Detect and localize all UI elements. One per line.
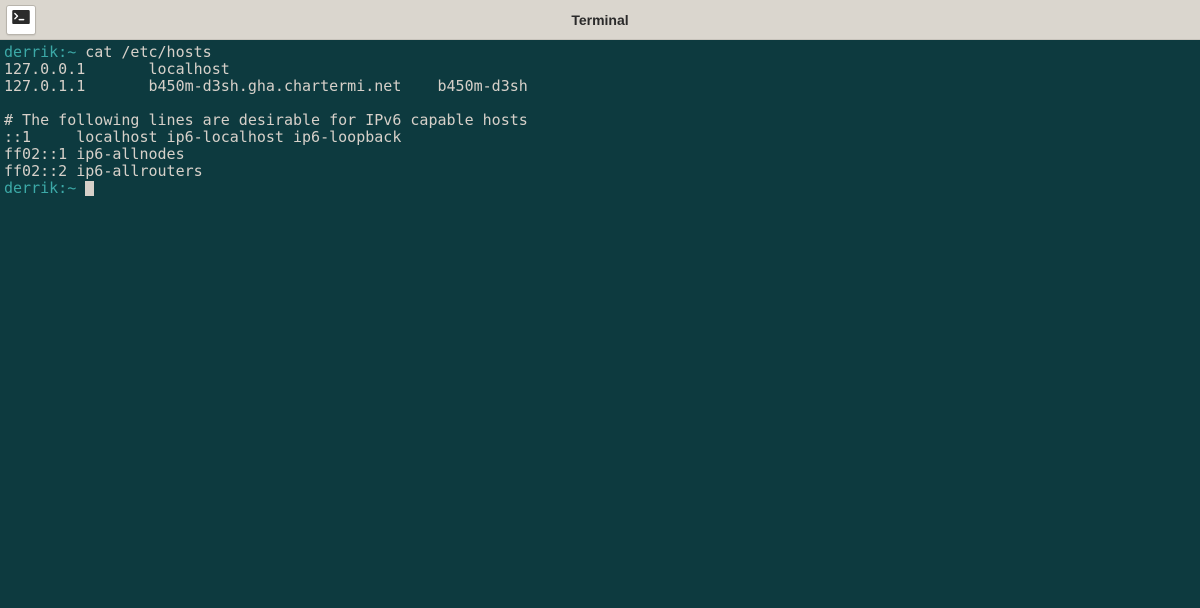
window-title: Terminal [571, 12, 628, 28]
output-line: ff02::2 ip6-allrouters [4, 163, 1196, 180]
terminal-icon [12, 10, 30, 29]
output-line [4, 95, 1196, 112]
output-line: ff02::1 ip6-allnodes [4, 146, 1196, 163]
shell-command: cat /etc/hosts [76, 43, 211, 61]
shell-prompt: derrik:~ [4, 179, 85, 197]
cursor [85, 181, 94, 196]
window-menu-button[interactable] [6, 5, 36, 35]
output-line: 127.0.0.1 localhost [4, 61, 1196, 78]
output-line: # The following lines are desirable for … [4, 112, 1196, 129]
output-line: 127.0.1.1 b450m-d3sh.gha.chartermi.net b… [4, 78, 1196, 95]
output-line: ::1 localhost ip6-localhost ip6-loopback [4, 129, 1196, 146]
shell-prompt: derrik:~ [4, 43, 76, 61]
terminal-output-area[interactable]: derrik:~ cat /etc/hosts127.0.0.1 localho… [0, 40, 1200, 608]
window-titlebar: Terminal [0, 0, 1200, 40]
